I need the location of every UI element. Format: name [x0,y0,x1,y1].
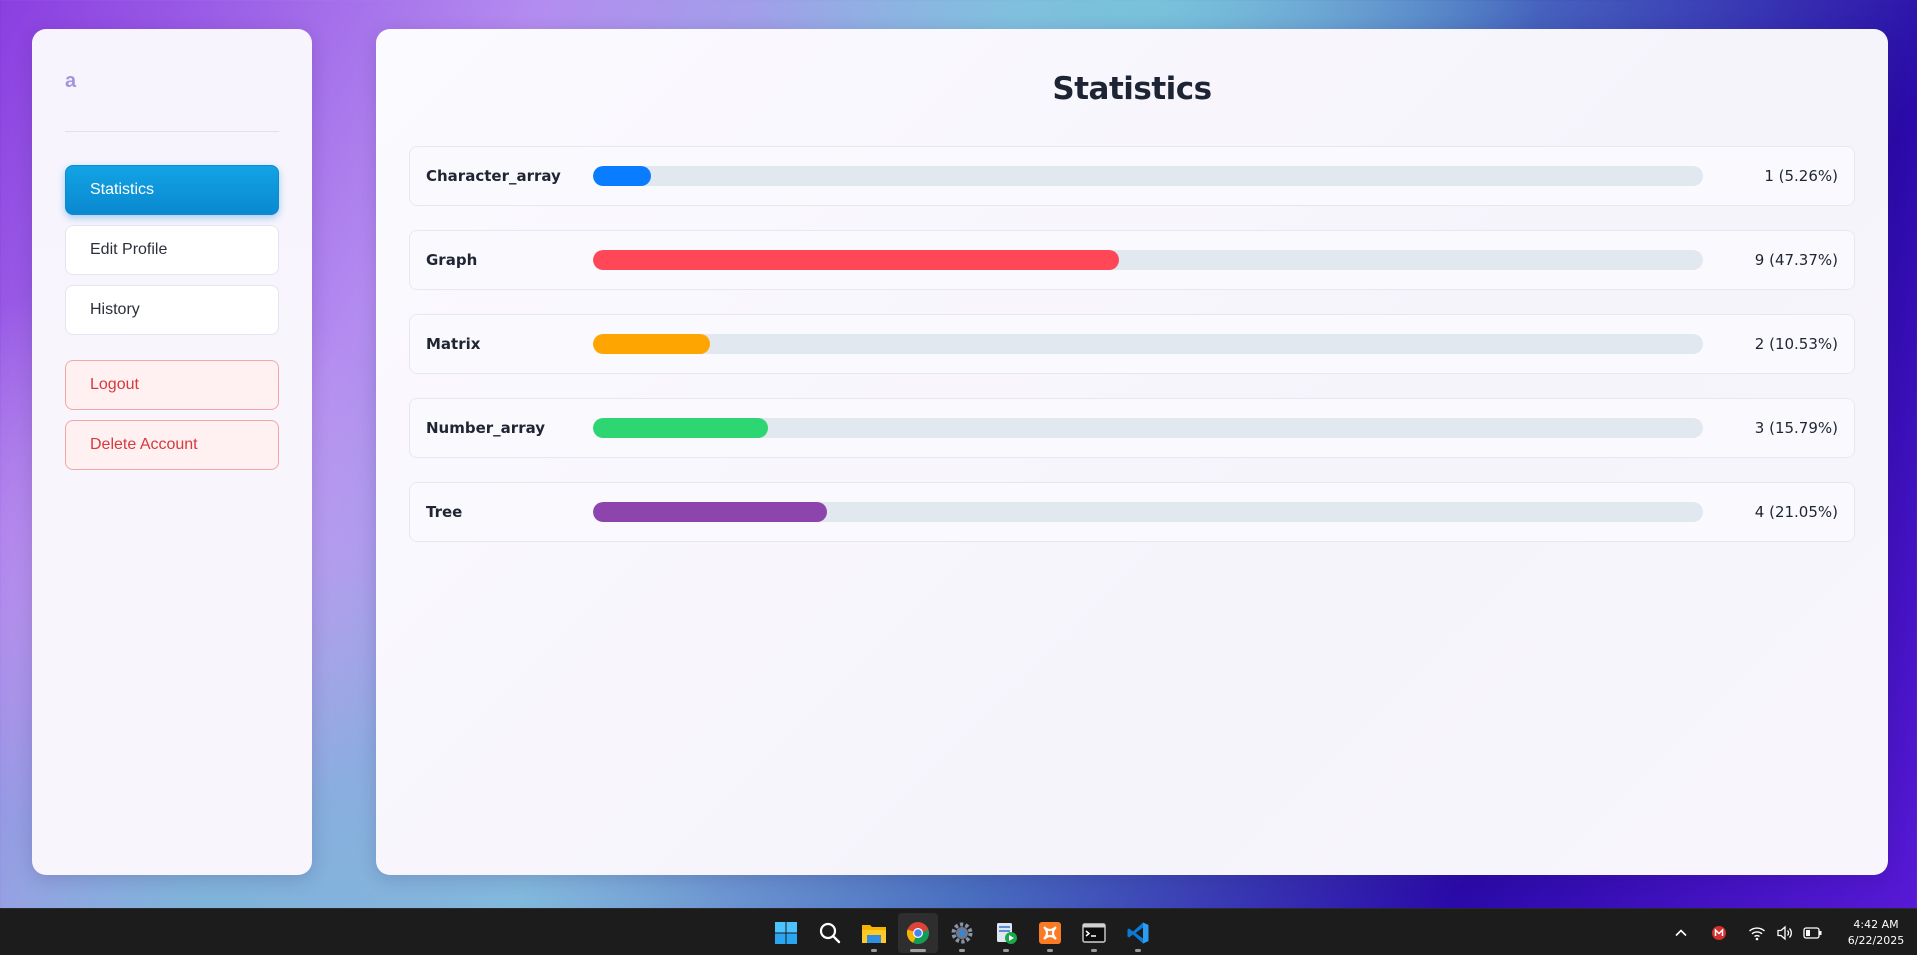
progress-fill [593,502,827,522]
nav-edit-profile-button[interactable]: Edit Profile [65,225,279,275]
running-indicator [959,948,965,952]
logout-button[interactable]: Logout [65,360,279,410]
progress-fill [593,166,652,186]
system-clock[interactable]: 4:42 AM 6/22/2025 [1835,917,1917,949]
stat-value: 9 (47.37%) [1754,251,1838,269]
stat-label: Tree [426,503,463,521]
stat-value: 1 (5.26%) [1764,167,1838,185]
stat-value: 3 (15.79%) [1754,419,1838,437]
stat-row-tree: Tree 4 (21.05%) [409,482,1855,542]
sidebar: a Statistics Edit Profile History Logout… [32,29,312,875]
clock-date: 6/22/2025 [1847,933,1905,947]
volume-icon[interactable] [1773,921,1797,945]
chrome-icon[interactable] [898,912,938,953]
statistics-panel: Statistics Character_array 1 (5.26%) Gra… [376,29,1888,875]
nav-statistics-button[interactable]: Statistics [65,165,279,215]
progress-track [593,418,1703,438]
battery-icon[interactable] [1801,921,1825,945]
running-indicator [1135,948,1141,952]
nav-history-label: History [90,301,140,318]
running-indicator [910,948,926,952]
stat-row-matrix: Matrix 2 (10.53%) [409,314,1855,374]
stat-label: Matrix [426,335,481,353]
progress-track [593,502,1703,522]
progress-fill [593,250,1119,270]
brand-logo: a [65,69,77,92]
antivirus-shield-icon[interactable] [1707,921,1731,945]
logout-label: Logout [90,376,139,393]
search-icon[interactable] [810,913,850,953]
stat-row-character-array: Character_array 1 (5.26%) [409,146,1855,206]
clock-time: 4:42 AM [1853,917,1899,931]
stat-value: 2 (10.53%) [1754,335,1838,353]
progress-track [593,166,1703,186]
nav-history-button[interactable]: History [65,285,279,335]
progress-fill [593,418,769,438]
running-indicator [1091,948,1097,952]
stat-row-number-array: Number_array 3 (15.79%) [409,398,1855,458]
stat-value: 4 (21.05%) [1754,503,1838,521]
running-indicator [1047,948,1053,952]
stat-label: Graph [426,251,478,269]
delete-account-button[interactable]: Delete Account [65,420,279,470]
chevron-up-icon[interactable] [1669,921,1693,945]
page-title: Statistics [1052,71,1212,107]
running-indicator [871,948,877,952]
taskbar: 4:42 AM 6/22/2025 [0,908,1917,955]
settings-gear-icon[interactable] [942,913,982,953]
windows-start-icon[interactable] [766,913,806,953]
wifi-icon[interactable] [1745,921,1769,945]
xampp-icon[interactable] [1030,913,1070,953]
running-indicator [1003,948,1009,952]
progress-fill [593,334,710,354]
stat-label: Character_array [426,167,561,185]
progress-track [593,250,1703,270]
system-tray: 4:42 AM 6/22/2025 [1667,909,1917,955]
nav-statistics-label: Statistics [90,181,155,198]
task-manager-icon[interactable] [986,913,1026,953]
terminal-icon[interactable] [1074,913,1114,953]
sidebar-divider [65,131,279,132]
nav-edit-profile-label: Edit Profile [90,241,168,258]
stat-label: Number_array [426,419,546,437]
progress-track [593,334,1703,354]
stat-row-graph: Graph 9 (47.37%) [409,230,1855,290]
file-explorer-icon[interactable] [854,913,894,953]
vscode-icon[interactable] [1118,913,1158,953]
delete-account-label: Delete Account [90,436,198,453]
taskbar-apps [764,909,1160,955]
